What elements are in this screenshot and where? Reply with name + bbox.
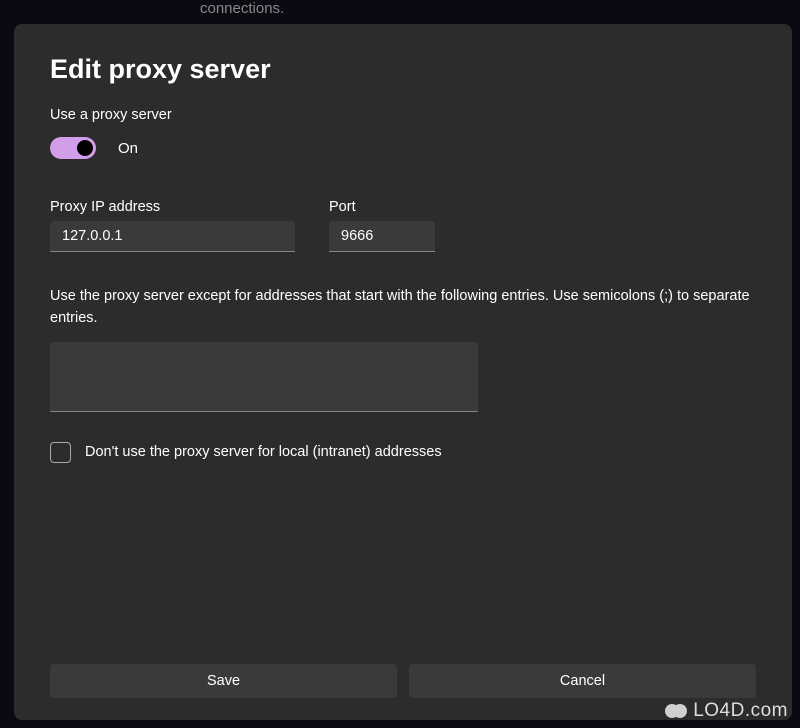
port-input[interactable] (329, 221, 435, 252)
ip-input-group: Proxy IP address (50, 199, 295, 252)
watermark: LO4D.com (665, 700, 788, 722)
local-addresses-label: Don't use the proxy server for local (in… (85, 444, 442, 460)
ip-input[interactable] (50, 221, 295, 252)
ip-label: Proxy IP address (50, 199, 295, 215)
use-proxy-toggle[interactable] (50, 137, 96, 159)
exceptions-description: Use the proxy server except for addresse… (50, 286, 756, 330)
port-label: Port (329, 199, 435, 215)
address-port-row: Proxy IP address Port (50, 199, 756, 252)
local-addresses-checkbox[interactable] (50, 442, 71, 463)
cancel-button[interactable]: Cancel (409, 664, 756, 698)
use-proxy-label: Use a proxy server (50, 107, 756, 123)
watermark-logo-icon (665, 700, 687, 722)
port-input-group: Port (329, 199, 435, 252)
toggle-row: On (50, 137, 756, 159)
toggle-state-label: On (118, 140, 138, 157)
dialog-title: Edit proxy server (50, 54, 756, 85)
edit-proxy-dialog: Edit proxy server Use a proxy server On … (14, 24, 792, 720)
exceptions-textarea[interactable] (50, 342, 478, 412)
watermark-text: LO4D.com (693, 700, 788, 722)
background-text: connections. (200, 0, 284, 17)
local-addresses-row: Don't use the proxy server for local (in… (50, 442, 756, 463)
dialog-buttons: Save Cancel (50, 664, 756, 698)
save-button[interactable]: Save (50, 664, 397, 698)
toggle-knob (77, 140, 93, 156)
